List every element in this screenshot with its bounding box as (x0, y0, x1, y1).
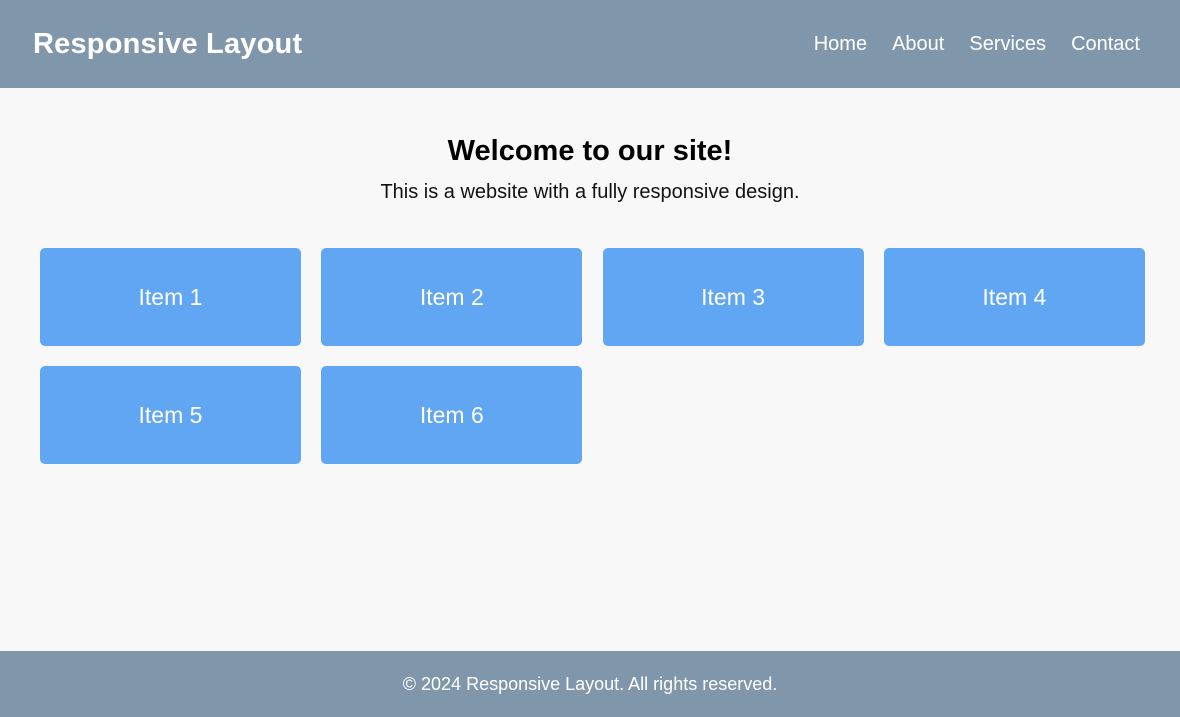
grid-item-2[interactable]: Item 2 (321, 248, 583, 346)
page: Responsive Layout Home About Services Co… (0, 0, 1180, 717)
site-header: Responsive Layout Home About Services Co… (0, 0, 1180, 88)
site-footer: © 2024 Responsive Layout. All rights res… (0, 651, 1180, 717)
grid-item-6[interactable]: Item 6 (321, 366, 583, 464)
page-subtitle: This is a website with a fully responsiv… (380, 181, 800, 203)
nav-link-services[interactable]: Services (969, 33, 1046, 56)
main-nav: Home About Services Contact (814, 33, 1140, 56)
grid-item-5[interactable]: Item 5 (40, 366, 301, 464)
grid-item-1[interactable]: Item 1 (40, 248, 301, 346)
page-title: Welcome to our site! (447, 135, 733, 167)
grid-item-4[interactable]: Item 4 (883, 248, 1145, 346)
nav-link-about[interactable]: About (892, 33, 944, 56)
footer-copyright: © 2024 Responsive Layout. All rights res… (402, 673, 778, 694)
item-grid: Item 1 Item 2 Item 3 Item 4 Item 5 Item … (40, 248, 1145, 464)
site-brand[interactable]: Responsive Layout (33, 28, 302, 61)
nav-link-home[interactable]: Home (814, 33, 867, 56)
main-content: Welcome to our site! This is a website w… (0, 88, 1180, 651)
nav-link-contact[interactable]: Contact (1071, 33, 1140, 56)
grid-item-3[interactable]: Item 3 (602, 248, 864, 346)
